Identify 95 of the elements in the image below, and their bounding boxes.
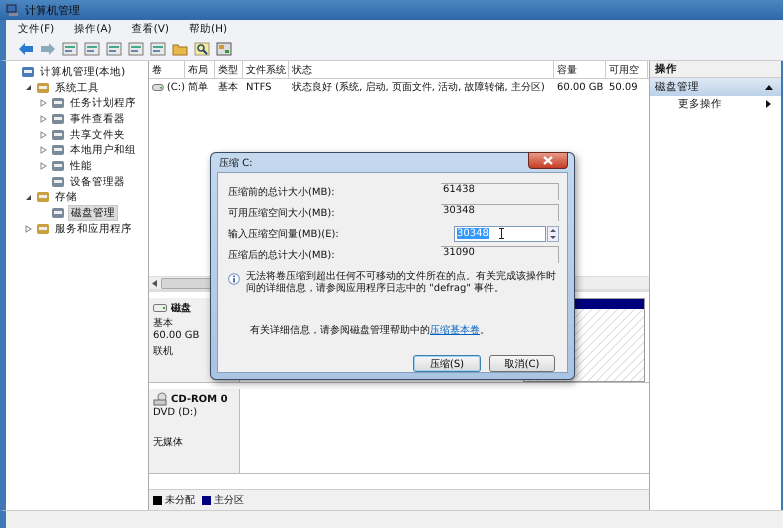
menu-item[interactable]: 查看(V) — [132, 22, 170, 36]
tree-node-icon — [51, 143, 65, 158]
legend-label: 未分配 — [165, 494, 195, 507]
table-cell: NTFS — [246, 82, 272, 92]
tree-item[interactable]: 设备管理器 — [68, 174, 127, 189]
collapsed-arrow-icon[interactable] — [40, 146, 47, 154]
table-cell-text: 基本 — [218, 80, 238, 94]
tree-item[interactable]: 事件查看器 — [68, 112, 127, 126]
close-icon — [543, 156, 553, 165]
tree-node-icon — [51, 158, 65, 173]
tree-item[interactable]: 计算机管理(本地) — [38, 64, 128, 79]
info-text: 无法将卷压缩到超出任何不可移动的文件所在的点。有关完成该操作时间的详细信息，请参阅应用程序日志中的 "defrag" 事件。 — [246, 271, 557, 295]
tree-node-icon — [51, 206, 65, 220]
table-cell-text: 状态良好 (系统, 启动, 页面文件, 活动, 故障转储, 主分区) — [292, 80, 545, 94]
action-link[interactable]: 更多操作 — [678, 97, 722, 111]
back-arrow-icon[interactable] — [18, 42, 34, 56]
computer-icon — [6, 4, 20, 16]
tree-node-icon — [36, 80, 50, 95]
readonly-field: 31090 — [441, 246, 559, 263]
column-header[interactable]: 状态 — [289, 61, 554, 78]
disk-info: 联机 — [153, 344, 174, 358]
collapsed-arrow-icon[interactable] — [40, 130, 47, 139]
tree-item[interactable]: 服务和应用程序 — [53, 222, 134, 236]
tree-node-icon — [51, 112, 65, 126]
tree-node-icon — [36, 222, 50, 236]
disk-info: DVD (D:) — [153, 407, 198, 420]
close-button[interactable] — [528, 152, 568, 169]
readonly-field: 61438 — [441, 183, 559, 200]
properties-icon[interactable] — [216, 42, 232, 56]
field-label: 压缩后的总计大小(MB): — [228, 248, 335, 262]
drive-icon — [152, 84, 164, 90]
menu-item[interactable]: 帮助(H) — [189, 22, 228, 36]
tree-node-icon — [51, 174, 65, 189]
expanded-arrow-icon[interactable] — [25, 84, 32, 92]
field-label: 压缩前的总计大小(MB): — [228, 186, 335, 198]
spin-buttons-icon[interactable] — [547, 226, 559, 242]
menu-item[interactable]: 操作(A) — [74, 22, 112, 36]
collapsed-arrow-icon[interactable] — [40, 99, 47, 108]
toolbar-icon[interactable] — [150, 42, 166, 56]
field-label: 可用压缩空间大小(MB): — [228, 206, 335, 220]
tree-item[interactable]: 系统工具 — [53, 80, 101, 95]
table-cell-text: 简单 — [188, 80, 208, 94]
submenu-arrow-icon[interactable] — [766, 100, 771, 108]
scroll-left-arrow-icon[interactable] — [152, 280, 158, 286]
tree-item[interactable]: 任务计划程序 — [68, 96, 138, 110]
cd-drive-icon — [153, 392, 167, 406]
help-link[interactable]: 压缩基本卷 — [430, 325, 480, 336]
text-cursor-icon — [498, 228, 504, 239]
column-header[interactable]: 布局 — [185, 61, 215, 78]
forward-arrow-icon[interactable] — [40, 42, 56, 56]
toolbar-icon[interactable] — [128, 42, 144, 56]
field-label: 输入压缩空间量(MB)(E): — [228, 228, 339, 240]
readonly-field: 30348 — [441, 204, 559, 221]
column-header[interactable]: 可用空 — [606, 61, 648, 78]
actions-header: 操作 — [650, 61, 781, 78]
toolbar-icon[interactable] — [84, 42, 100, 56]
expanded-arrow-icon[interactable] — [25, 194, 32, 201]
tree-node-icon — [51, 96, 65, 110]
toolbar-icon[interactable] — [62, 42, 78, 56]
tree-item[interactable]: 本地用户和组 — [68, 143, 138, 158]
column-header[interactable]: 容量 — [554, 61, 606, 78]
dialog-button[interactable]: 取消(C) — [489, 355, 555, 372]
tree-item[interactable]: 存储 — [53, 190, 79, 204]
help-text: 有关详细信息，请参阅磁盘管理帮助中的压缩基本卷。 — [249, 324, 491, 337]
tree-item[interactable]: 性能 — [68, 158, 94, 173]
tree-node-icon — [36, 190, 50, 204]
dialog-title: 压缩 C: — [219, 156, 253, 170]
collapsed-arrow-icon[interactable] — [40, 162, 47, 170]
magnifier-icon[interactable] — [194, 42, 210, 56]
column-header[interactable]: 文件系统 — [243, 61, 289, 78]
collapsed-arrow-icon[interactable] — [25, 224, 32, 233]
collapse-arrow-icon[interactable] — [765, 84, 773, 90]
table-cell: 60.00 GB — [557, 82, 604, 92]
info-icon — [228, 273, 240, 285]
table-cell: 50.09 — [609, 82, 638, 92]
menu-item[interactable]: 文件(F) — [18, 22, 54, 36]
window-title: 计算机管理 — [25, 2, 80, 18]
column-header[interactable]: 卷 — [149, 61, 185, 78]
tree-node-icon — [21, 64, 35, 79]
actions-section[interactable]: 磁盘管理 — [650, 78, 781, 96]
column-header[interactable]: 类型 — [215, 61, 243, 78]
folder-icon[interactable] — [172, 42, 188, 56]
disk-info: 基本 — [153, 316, 174, 330]
legend-label: 主分区 — [214, 494, 244, 507]
tree-node-icon — [51, 128, 65, 142]
tree-item[interactable]: 共享文件夹 — [68, 128, 127, 142]
disk-name: 磁盘 — [171, 302, 191, 315]
collapsed-arrow-icon[interactable] — [40, 114, 47, 123]
tree-item[interactable]: 磁盘管理 — [68, 205, 118, 222]
dialog-button[interactable]: 压缩(S) — [413, 355, 481, 372]
disk-name: CD-ROM 0 — [171, 394, 228, 404]
disk-info: 60.00 GB — [153, 330, 200, 343]
disk-info: 无媒体 — [153, 436, 184, 449]
table-cell: (C:) — [166, 82, 185, 92]
toolbar-icon[interactable] — [106, 42, 122, 56]
